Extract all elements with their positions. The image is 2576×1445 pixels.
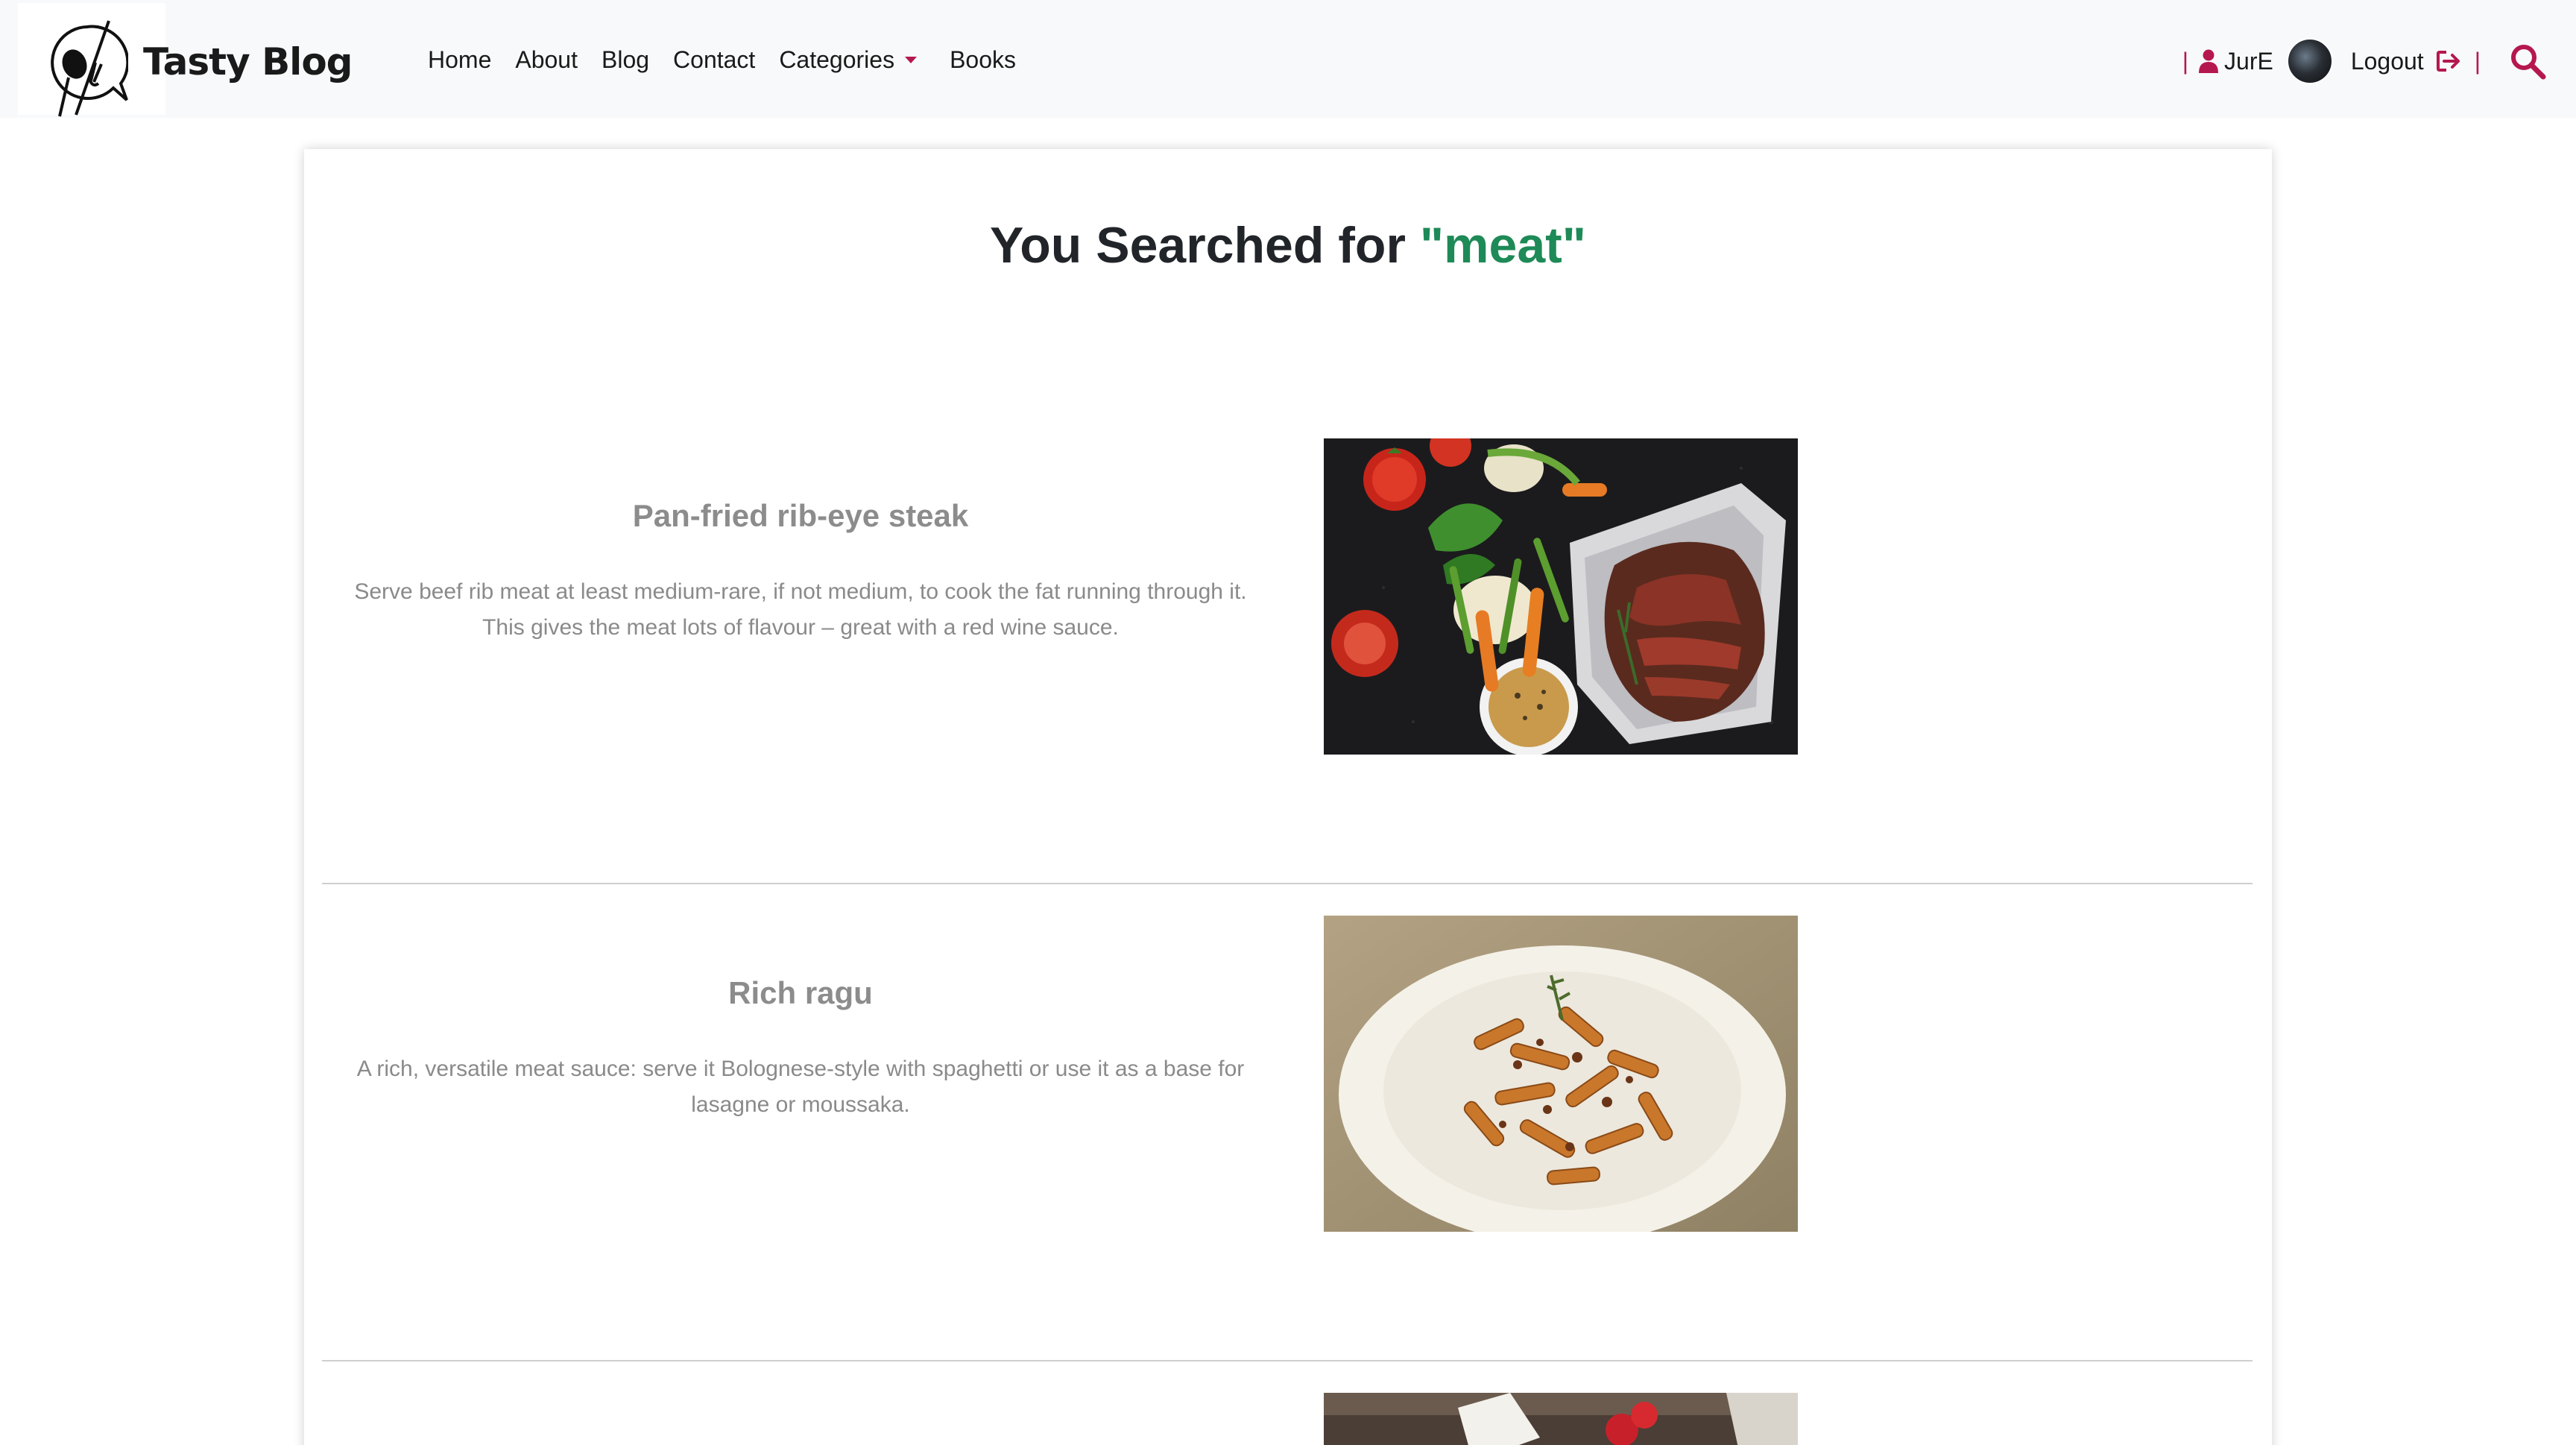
user-icon — [2199, 49, 2219, 73]
separator: | — [2474, 47, 2481, 75]
nav-blog[interactable]: Blog — [602, 46, 649, 74]
logo-icon — [51, 20, 128, 117]
result-description: Serve beef rib meat at least medium-rare… — [354, 579, 1247, 640]
search-term: "meat" — [1419, 217, 1587, 274]
main-nav: Home About Blog Contact Categories Books — [428, 43, 1040, 76]
search-title-prefix: You Searched for — [989, 217, 1420, 274]
nav-about[interactable]: About — [515, 46, 578, 74]
result-image-steak[interactable] — [1324, 438, 1798, 755]
result-text: Rich ragu A rich, versatile meat sauce: … — [322, 975, 1279, 1123]
nav-contact[interactable]: Contact — [673, 46, 755, 74]
result-title[interactable]: Pan-fried rib-eye steak — [322, 498, 1279, 534]
username[interactable]: JurE — [2224, 48, 2273, 75]
result-image-ragu[interactable] — [1324, 916, 1798, 1232]
nav-home[interactable]: Home — [428, 46, 491, 74]
logout-link[interactable]: Logout — [2351, 48, 2424, 75]
result-description: A rich, versatile meat sauce: serve it B… — [356, 1057, 1245, 1117]
nav-categories-dropdown[interactable]: Categories — [779, 45, 918, 74]
result-image-partial[interactable] — [1324, 1393, 1798, 1445]
steak-image — [1324, 438, 1798, 755]
avatar[interactable] — [2286, 38, 2333, 84]
brand-name[interactable]: Tasty Blog — [143, 40, 353, 84]
search-results-card: You Searched for "meat" Pan-fried rib-ey… — [304, 149, 2272, 1445]
result-item[interactable]: Rich ragu A rich, versatile meat sauce: … — [322, 916, 2253, 1393]
user-area: | JurE Logout | — [2176, 37, 2546, 85]
nav-books[interactable]: Books — [950, 46, 1016, 74]
divider — [322, 883, 2253, 884]
nav-categories-label: Categories — [779, 45, 895, 73]
search-icon[interactable] — [2509, 42, 2546, 80]
caret-down-icon — [905, 56, 918, 63]
result-title[interactable]: Rich ragu — [322, 975, 1279, 1011]
dessert-image — [1324, 1393, 1798, 1445]
ragu-image — [1324, 916, 1798, 1232]
logout-icon[interactable] — [2436, 50, 2461, 72]
navbar: Tasty Blog Home About Blog Contact Categ… — [0, 0, 2576, 118]
result-item[interactable]: Pan-fried rib-eye steak Serve beef rib m… — [322, 438, 2253, 916]
divider — [322, 1360, 2253, 1361]
page-title: You Searched for "meat" — [304, 216, 2272, 274]
result-text: Pan-fried rib-eye steak Serve beef rib m… — [322, 498, 1279, 646]
separator: | — [2182, 47, 2189, 75]
